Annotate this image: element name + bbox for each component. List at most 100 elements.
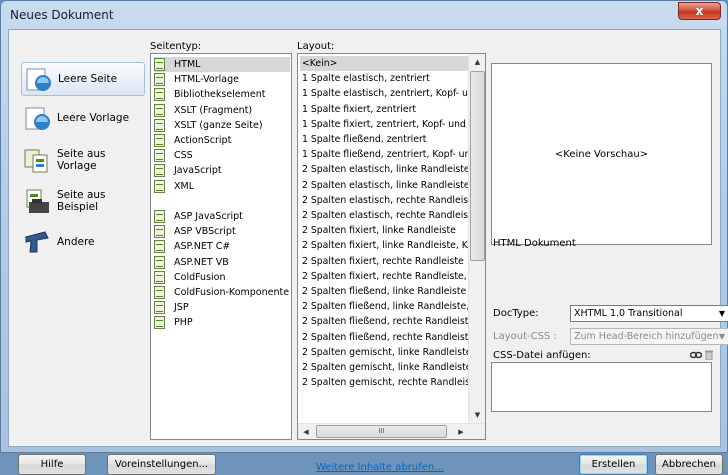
layout-item[interactable]: 2 Spalten gemischt, linke Randleiste bbox=[300, 345, 472, 360]
close-button[interactable]: x bbox=[678, 2, 721, 20]
layout-vertical-scrollbar[interactable]: ▲ ▼ bbox=[468, 54, 485, 439]
more-content-link[interactable]: Weitere Inhalte abrufen... bbox=[316, 462, 444, 473]
page-type-item[interactable]: ASP.NET VB bbox=[154, 255, 290, 270]
document-icon bbox=[154, 103, 165, 117]
page-type-item[interactable]: ColdFusion-Komponente bbox=[154, 285, 290, 300]
document-icon bbox=[154, 255, 165, 269]
page-type-item[interactable]: HTML bbox=[154, 57, 290, 72]
layout-item[interactable]: 1 Spalte elastisch, zentriert, Kopf- und bbox=[300, 86, 472, 101]
layout-item[interactable]: 2 Spalten fixiert, rechte Randleiste, Ko bbox=[300, 269, 472, 284]
create-button[interactable]: Erstellen bbox=[579, 454, 648, 475]
document-icon bbox=[154, 149, 165, 163]
layout-label: Layout: bbox=[297, 41, 335, 52]
page-type-item[interactable]: XML bbox=[154, 179, 290, 194]
page-type-label: ASP.NET C# bbox=[174, 241, 231, 253]
page-type-item[interactable]: Bibliothekselement bbox=[154, 87, 290, 102]
layout-item[interactable]: 2 Spalten gemischt, linke Randleiste, K bbox=[300, 360, 472, 375]
link-css-icon[interactable] bbox=[689, 350, 703, 360]
scroll-right-arrow-icon[interactable]: ▶ bbox=[453, 424, 469, 440]
sidebar-item-page-from-template[interactable]: Seite aus Vorlage bbox=[21, 143, 145, 177]
page-type-item[interactable]: PHP bbox=[154, 315, 290, 330]
preferences-button[interactable]: Voreinstellungen... bbox=[107, 454, 216, 475]
page-type-label: Seitentyp: bbox=[150, 41, 202, 52]
blank-template-icon bbox=[23, 104, 51, 132]
layout-item[interactable]: 1 Spalte fixiert, zentriert, Kopf- und F… bbox=[300, 117, 472, 132]
page-type-label: ColdFusion-Komponente bbox=[174, 287, 290, 298]
page-type-label: HTML bbox=[174, 59, 201, 70]
chevron-down-icon: ▼ bbox=[718, 332, 725, 341]
page-type-label: ActionScript bbox=[174, 135, 232, 146]
page-type-item[interactable]: HTML-Vorlage bbox=[154, 72, 290, 87]
doctype-select[interactable]: XHTML 1.0 Transitional ▼ bbox=[570, 305, 728, 322]
layout-item[interactable]: 1 Spalte fixiert, zentriert bbox=[300, 102, 472, 117]
layout-item[interactable]: 2 Spalten fixiert, linke Randleiste bbox=[300, 223, 472, 238]
layout-css-select[interactable]: Zum Head-Bereich hinzufügen ▼ bbox=[570, 328, 728, 345]
layout-item[interactable]: 2 Spalten fließend, rechte Randleiste bbox=[300, 314, 472, 329]
sidebar-item-blank-page[interactable]: Leere Seite bbox=[21, 62, 145, 96]
layout-item[interactable]: 1 Spalte fließend, zentriert bbox=[300, 132, 472, 147]
page-type-label: XML bbox=[174, 180, 194, 192]
page-type-item[interactable]: ASP VBScript bbox=[154, 224, 290, 239]
scroll-left-arrow-icon[interactable]: ◀ bbox=[298, 424, 314, 440]
page-type-item[interactable]: CSS bbox=[154, 148, 290, 163]
page-from-sample-icon bbox=[23, 187, 51, 215]
scroll-up-arrow-icon[interactable]: ▲ bbox=[469, 54, 486, 70]
page-type-item[interactable]: JSP bbox=[154, 300, 290, 315]
layout-item[interactable]: 2 Spalten fixiert, linke Randleiste, Kop… bbox=[300, 238, 472, 253]
layout-item[interactable]: 1 Spalte fließend, zentriert, Kopf- und … bbox=[300, 147, 472, 162]
vertical-scroll-thumb[interactable] bbox=[470, 71, 485, 261]
cancel-button[interactable]: Abbrechen bbox=[655, 454, 723, 475]
document-icon bbox=[154, 118, 165, 132]
layout-item[interactable]: 2 Spalten elastisch, linke Randleiste, K… bbox=[300, 178, 472, 193]
page-type-list[interactable]: HTML HTML-Vorlage Bibliothekselement XSLT (… bbox=[150, 53, 292, 440]
document-icon bbox=[154, 73, 165, 87]
document-icon bbox=[154, 164, 165, 178]
sidebar-item-blank-template[interactable]: Leere Vorlage bbox=[21, 101, 145, 135]
layout-item[interactable]: 2 Spalten fließend, linke Randleiste bbox=[300, 284, 472, 299]
trash-icon[interactable] bbox=[704, 350, 716, 361]
layout-item[interactable]: 2 Spalten fixiert, rechte Randleiste bbox=[300, 254, 472, 269]
page-type-label: ASP.NET VB bbox=[174, 256, 229, 268]
document-icon bbox=[154, 286, 165, 299]
scroll-down-arrow-icon[interactable]: ▼ bbox=[469, 407, 486, 423]
sidebar-item-page-from-sample[interactable]: Seite aus Beispiel bbox=[21, 184, 145, 218]
layout-item[interactable]: 2 Spalten elastisch, rechte Randleiste bbox=[300, 193, 472, 208]
other-icon bbox=[23, 228, 51, 256]
layout-item[interactable]: 2 Spalten fließend, rechte Randleiste, I bbox=[300, 330, 472, 345]
page-type-item[interactable]: ASP.NET C# bbox=[154, 239, 290, 254]
page-type-item[interactable]: XSLT (Fragment) bbox=[154, 103, 290, 118]
layout-item[interactable]: 2 Spalten elastisch, rechte Randleiste, bbox=[300, 208, 472, 223]
layout-horizontal-scrollbar[interactable]: ◀ III ▶ bbox=[298, 423, 485, 439]
page-type-item[interactable]: XSLT (ganze Seite) bbox=[154, 118, 290, 133]
page-type-item[interactable]: ASP JavaScript bbox=[154, 209, 290, 224]
layout-item[interactable]: <Kein> bbox=[300, 56, 472, 71]
document-icon bbox=[154, 301, 165, 315]
preview-text: <Keine Vorschau> bbox=[554, 148, 649, 160]
document-icon bbox=[154, 134, 165, 147]
sidebar-item-label: Leere Seite bbox=[58, 73, 118, 85]
new-document-dialog: Neues Dokument x Leere Seite Leere Vorla… bbox=[0, 0, 728, 475]
layout-item[interactable]: 2 Spalten elastisch, linke Randleiste bbox=[300, 162, 472, 177]
layout-list[interactable]: 2 Spalten gemischt, rechte Randleiste 2 S… bbox=[297, 53, 486, 440]
css-attach-label: CSS-Datei anfügen: bbox=[493, 350, 591, 361]
horizontal-scroll-thumb[interactable]: III bbox=[316, 425, 447, 438]
sidebar-item-other[interactable]: Andere bbox=[21, 225, 145, 259]
layout-item[interactable]: 2 Spalten gemischt, rechte Randleiste bbox=[300, 375, 472, 390]
help-button[interactable]: Hilfe bbox=[18, 454, 86, 475]
layout-item[interactable]: 1 Spalte elastisch, zentriert bbox=[300, 71, 472, 86]
preview-pane: <Keine Vorschau> bbox=[491, 63, 712, 245]
layout-item[interactable]: 2 Spalten fließend, linke Randleiste, Ko bbox=[300, 299, 472, 314]
page-type-label: JSP bbox=[174, 302, 189, 314]
page-type-label: ASP VBScript bbox=[174, 226, 236, 238]
page-type-item[interactable]: ActionScript bbox=[154, 133, 290, 148]
page-type-item[interactable]: JavaScript bbox=[154, 163, 290, 178]
sidebar-item-label: Leere Vorlage bbox=[57, 112, 130, 124]
page-type-label: ColdFusion bbox=[174, 271, 226, 283]
layout-css-value: Zum Head-Bereich hinzufügen bbox=[574, 331, 719, 342]
doctype-value: XHTML 1.0 Transitional bbox=[574, 308, 683, 319]
window-title: Neues Dokument bbox=[10, 8, 114, 22]
title-bar[interactable]: Neues Dokument x bbox=[1, 1, 727, 29]
css-attach-list[interactable] bbox=[491, 362, 712, 412]
page-type-label: PHP bbox=[174, 317, 193, 329]
page-type-item[interactable]: ColdFusion bbox=[154, 270, 290, 285]
